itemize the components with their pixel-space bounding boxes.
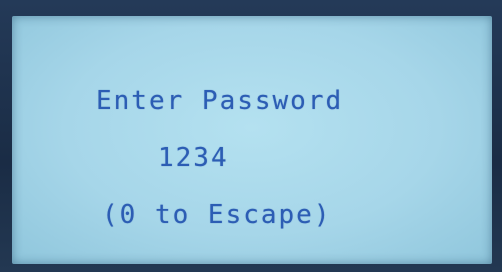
lcd-screen: Enter Password 1234 (0 to Escape) [12,16,492,264]
prompt-label: Enter Password [96,86,344,116]
escape-hint: (0 to Escape) [102,200,332,230]
password-entry: 1234 [158,143,229,173]
